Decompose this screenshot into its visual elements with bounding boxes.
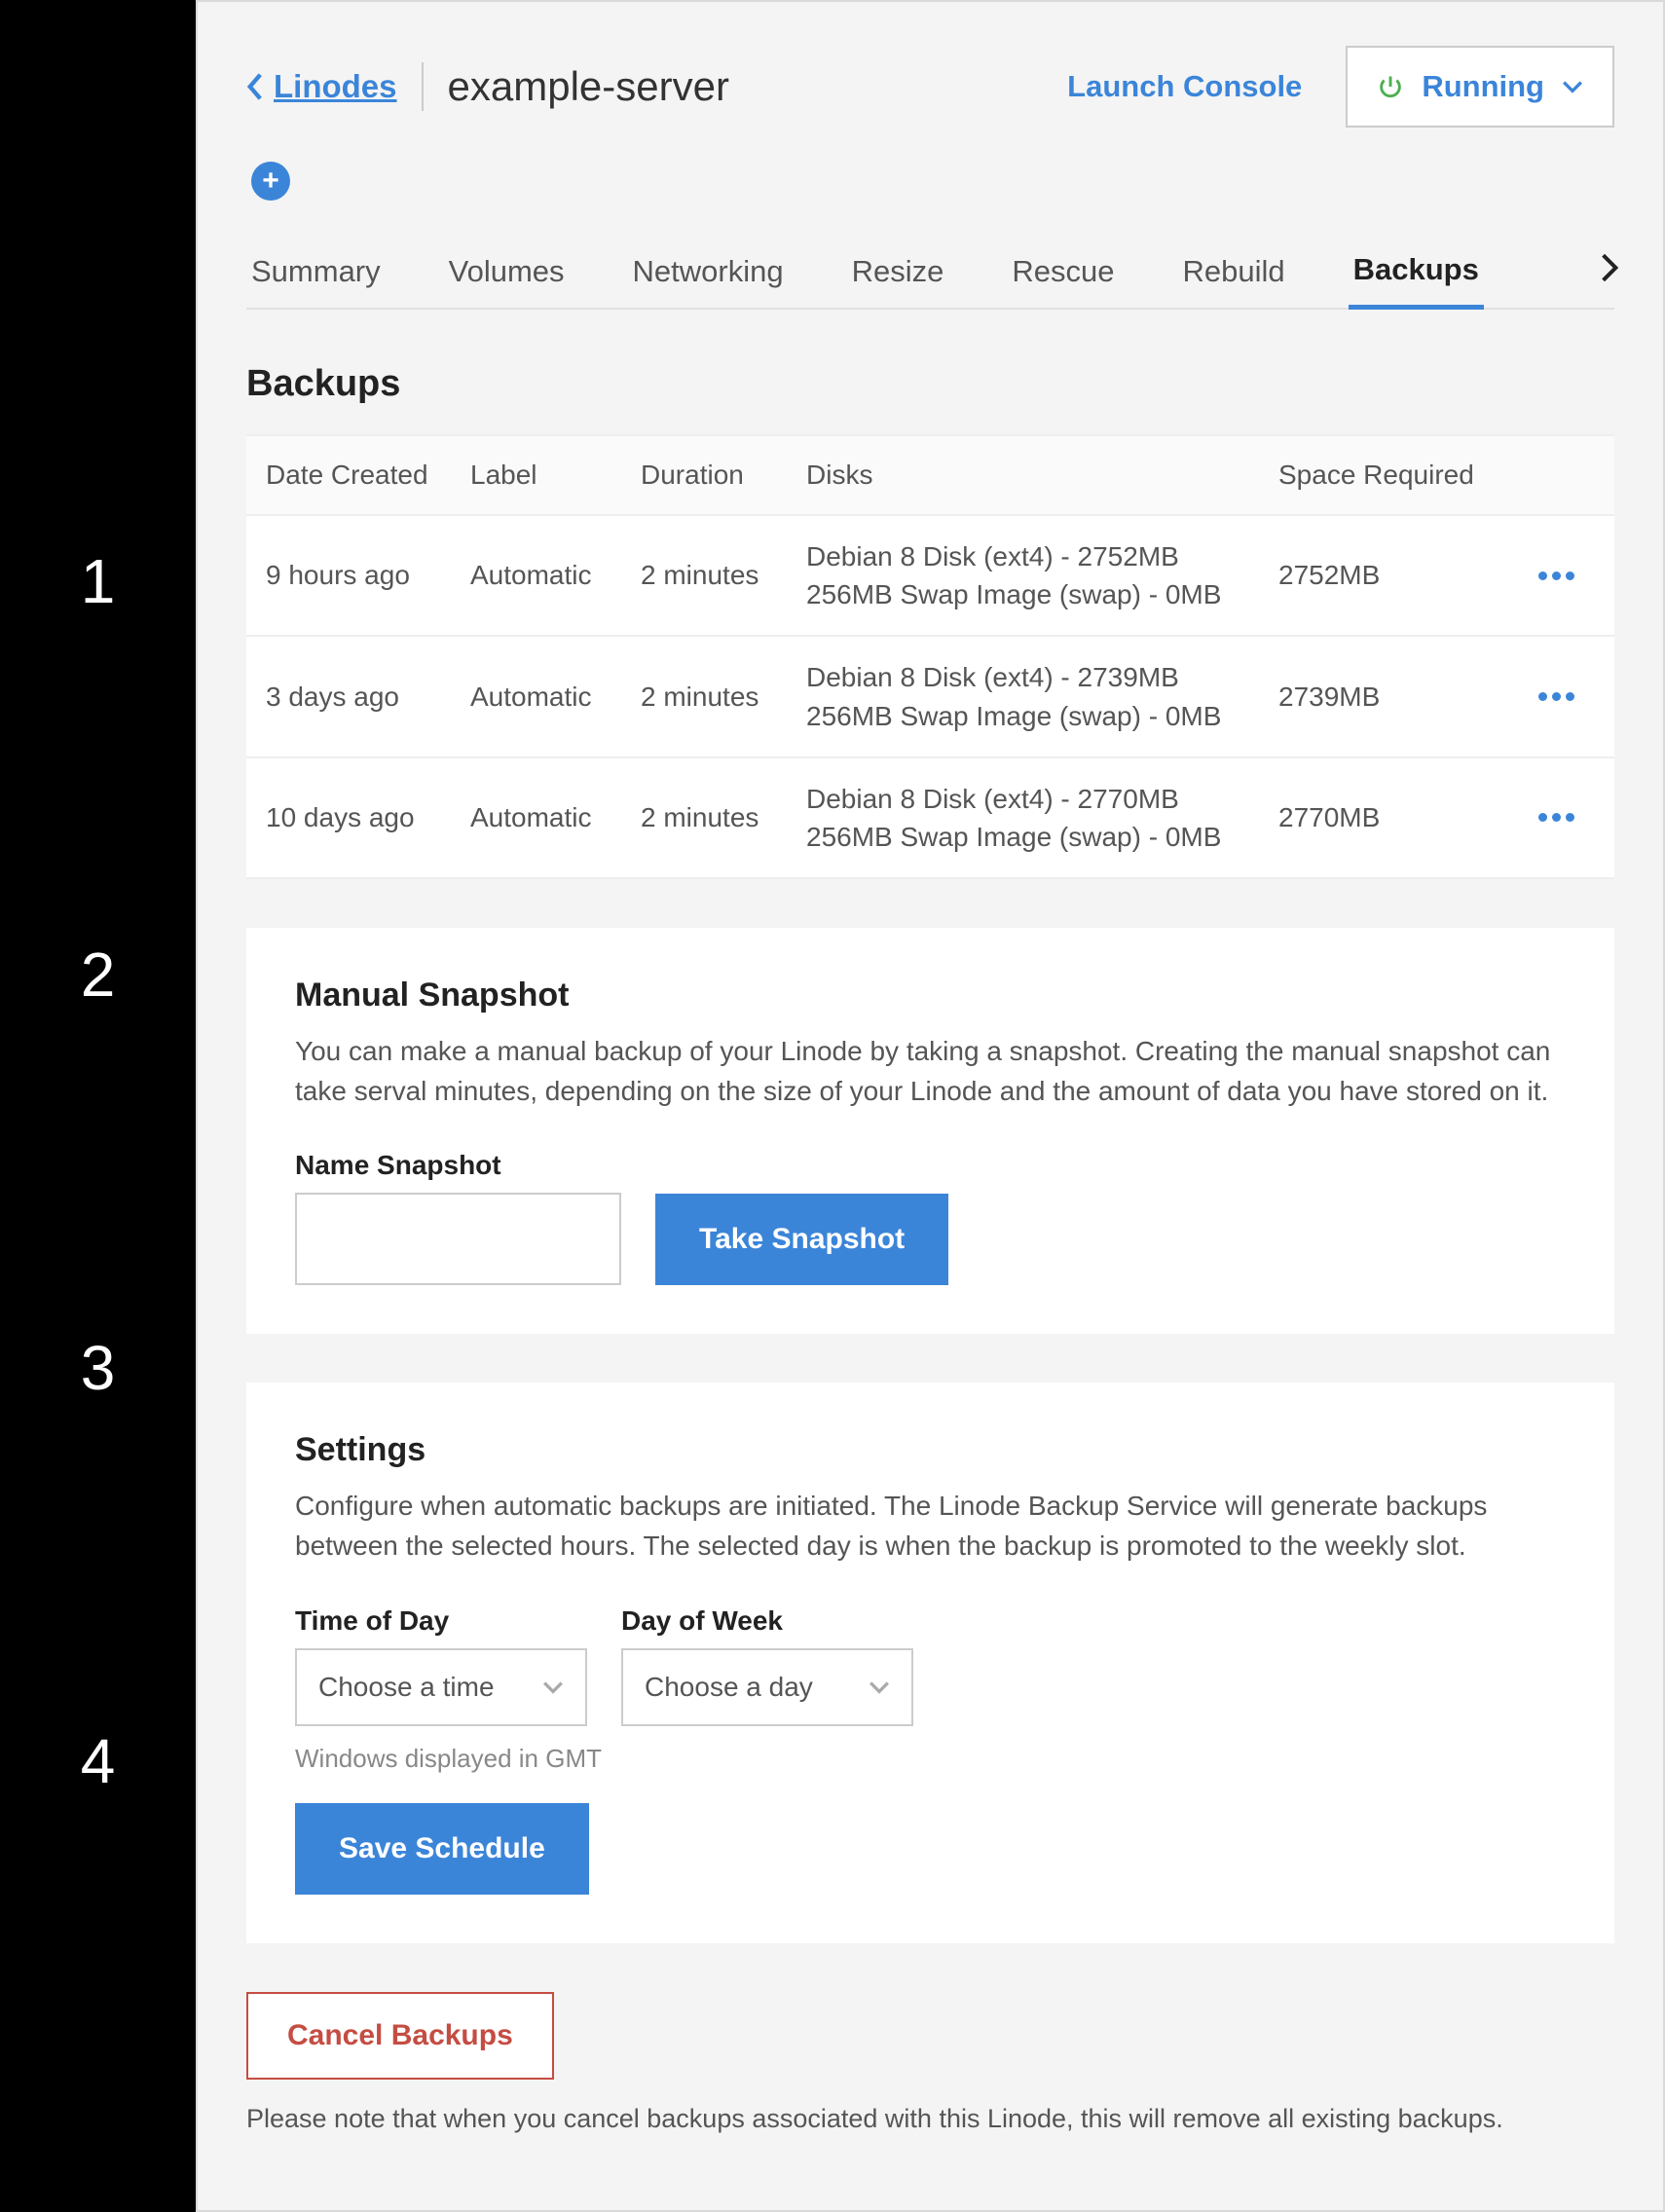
cell-disks: Debian 8 Disk (ext4) - 2752MB 256MB Swap… (806, 537, 1278, 613)
cancel-note: Please note that when you cancel backups… (246, 2104, 1614, 2134)
chevron-left-icon (246, 73, 264, 100)
snapshot-heading: Manual Snapshot (295, 977, 1566, 1014)
callout-3: 3 (81, 1332, 116, 1404)
col-space: Space Required (1278, 460, 1517, 491)
tab-rebuild[interactable]: Rebuild (1177, 237, 1289, 307)
page-title: example-server (448, 63, 1044, 110)
cell-label: Automatic (470, 802, 641, 833)
chevron-down-icon (542, 1680, 564, 1694)
table-header-row: Date Created Label Duration Disks Space … (246, 434, 1614, 516)
cell-space: 2739MB (1278, 682, 1517, 713)
manual-snapshot-card: Manual Snapshot You can make a manual ba… (246, 928, 1614, 1334)
tab-rescue[interactable]: Rescue (1007, 237, 1119, 307)
timezone-hint: Windows displayed in GMT (295, 1744, 1566, 1774)
col-date: Date Created (266, 460, 470, 491)
take-snapshot-button[interactable]: Take Snapshot (655, 1194, 948, 1285)
tab-bar: Summary Volumes Networking Resize Rescue… (246, 235, 1614, 310)
callout-4: 4 (81, 1725, 116, 1797)
day-placeholder: Choose a day (645, 1672, 813, 1703)
cell-date: 10 days ago (266, 802, 470, 833)
plus-icon: + (262, 165, 279, 198)
cell-duration: 2 minutes (641, 560, 806, 591)
settings-heading: Settings (295, 1431, 1566, 1469)
row-actions-button[interactable] (1517, 692, 1595, 701)
snapshot-name-label: Name Snapshot (295, 1150, 621, 1181)
row-actions-button[interactable] (1517, 571, 1595, 580)
col-disks: Disks (806, 460, 1278, 491)
callout-1: 1 (81, 545, 116, 617)
chevron-right-icon[interactable] (1600, 252, 1619, 283)
cell-duration: 2 minutes (641, 682, 806, 713)
settings-description: Configure when automatic backups are ini… (295, 1487, 1566, 1566)
main-panel: Linodes example-server Launch Console Ru… (196, 0, 1665, 2212)
snapshot-name-input[interactable] (295, 1193, 621, 1285)
day-of-week-label: Day of Week (621, 1605, 913, 1637)
settings-card: Settings Configure when automatic backup… (246, 1382, 1614, 1942)
cell-space: 2752MB (1278, 560, 1517, 591)
tab-volumes[interactable]: Volumes (444, 237, 570, 307)
add-row: + (198, 147, 1663, 235)
cell-disks: Debian 8 Disk (ext4) - 2770MB 256MB Swap… (806, 780, 1278, 856)
save-schedule-button[interactable]: Save Schedule (295, 1803, 589, 1895)
cell-date: 3 days ago (266, 682, 470, 713)
time-placeholder: Choose a time (318, 1672, 495, 1703)
col-duration: Duration (641, 460, 806, 491)
cell-duration: 2 minutes (641, 802, 806, 833)
table-row: 9 hours ago Automatic 2 minutes Debian 8… (246, 516, 1614, 637)
col-label: Label (470, 460, 641, 491)
status-dropdown-button[interactable]: Running (1346, 46, 1614, 128)
snapshot-description: You can make a manual backup of your Lin… (295, 1032, 1566, 1111)
callout-2: 2 (81, 939, 116, 1011)
status-label: Running (1422, 69, 1544, 104)
backups-heading: Backups (198, 310, 1663, 434)
table-row: 3 days ago Automatic 2 minutes Debian 8 … (246, 637, 1614, 757)
callout-sidebar: 1 2 3 4 (0, 0, 196, 2212)
tab-networking[interactable]: Networking (628, 237, 789, 307)
tab-summary[interactable]: Summary (246, 237, 386, 307)
cell-label: Automatic (470, 560, 641, 591)
cell-label: Automatic (470, 682, 641, 713)
backups-table: Date Created Label Duration Disks Space … (246, 434, 1614, 879)
row-actions-button[interactable] (1517, 813, 1595, 822)
chevron-down-icon (869, 1680, 890, 1694)
power-icon (1377, 73, 1404, 100)
cancel-backups-section: Cancel Backups Please note that when you… (246, 1992, 1614, 2134)
time-of-day-label: Time of Day (295, 1605, 587, 1637)
add-button[interactable]: + (251, 162, 290, 201)
day-of-week-select[interactable]: Choose a day (621, 1648, 913, 1726)
tab-backups[interactable]: Backups (1349, 235, 1484, 310)
page-header: Linodes example-server Launch Console Ru… (198, 2, 1663, 147)
breadcrumb-linodes-link[interactable]: Linodes (246, 62, 424, 111)
table-row: 10 days ago Automatic 2 minutes Debian 8… (246, 758, 1614, 879)
chevron-down-icon (1562, 80, 1583, 93)
cell-space: 2770MB (1278, 802, 1517, 833)
tab-resize[interactable]: Resize (847, 237, 949, 307)
cell-date: 9 hours ago (266, 560, 470, 591)
time-of-day-select[interactable]: Choose a time (295, 1648, 587, 1726)
cell-disks: Debian 8 Disk (ext4) - 2739MB 256MB Swap… (806, 658, 1278, 734)
launch-console-link[interactable]: Launch Console (1067, 69, 1302, 104)
breadcrumb-label: Linodes (274, 68, 397, 105)
cancel-backups-button[interactable]: Cancel Backups (246, 1992, 554, 2080)
